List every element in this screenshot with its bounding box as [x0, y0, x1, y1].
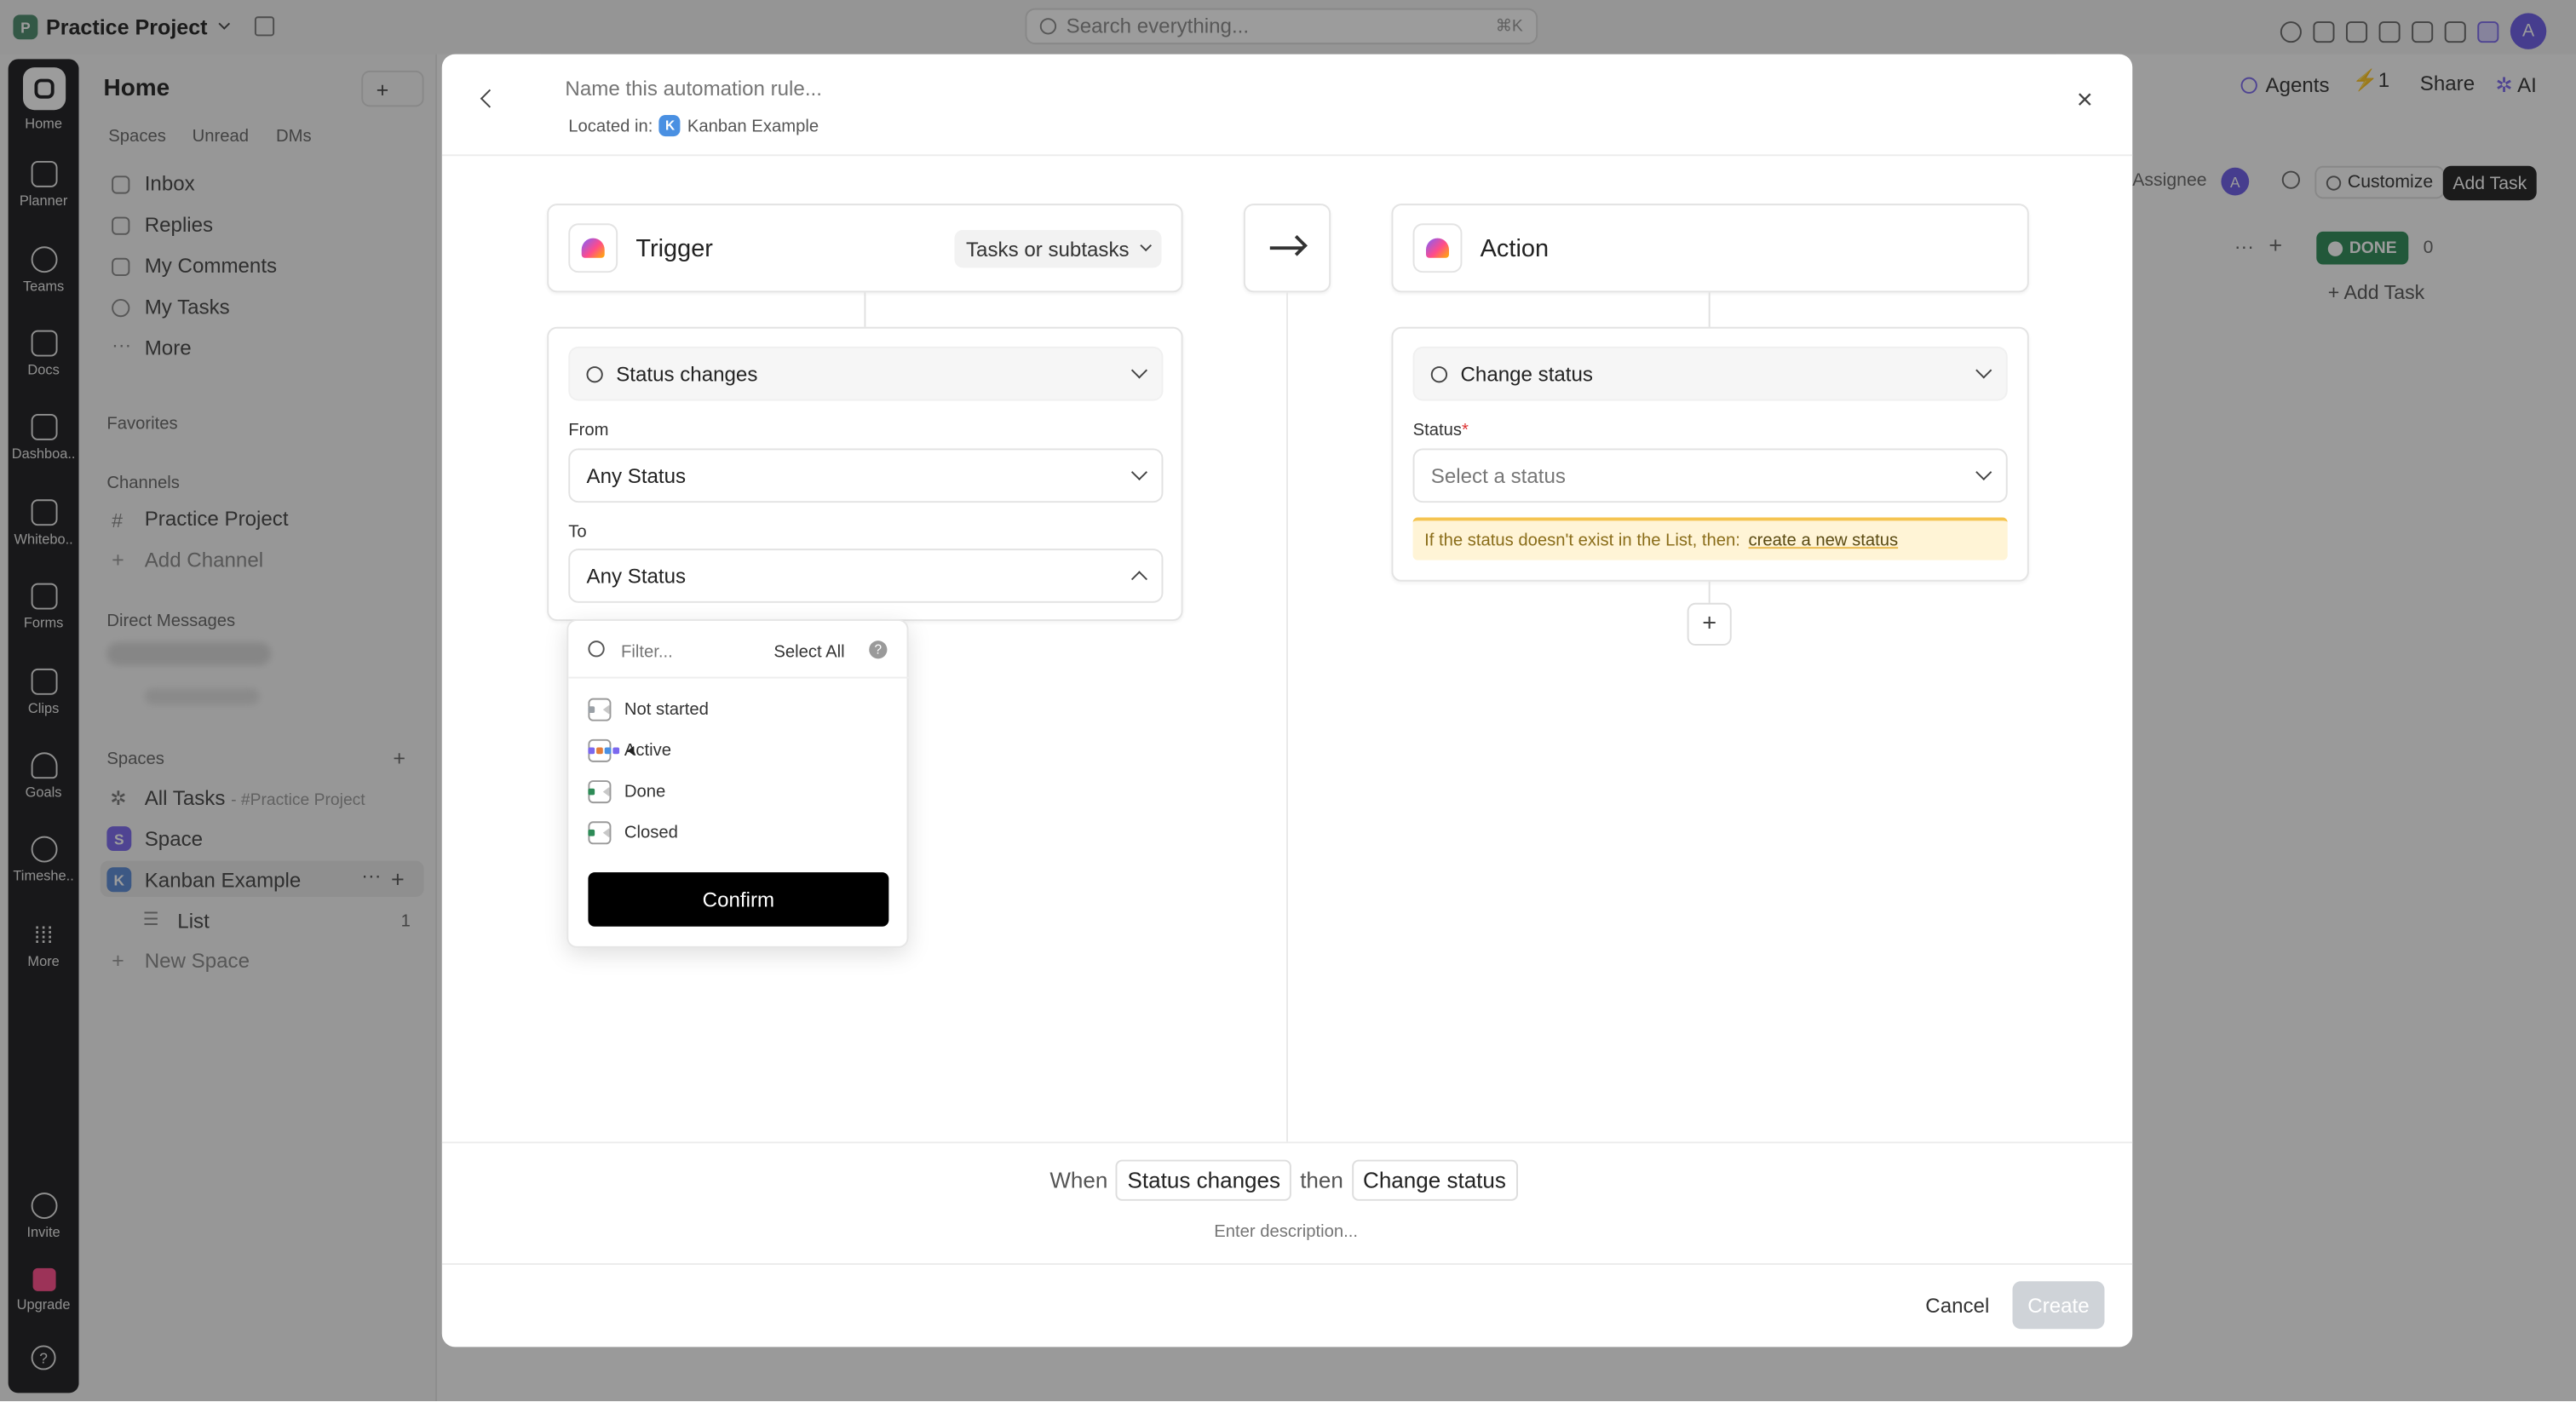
status-filter-input[interactable] — [620, 641, 756, 664]
chevron-down-icon — [1141, 239, 1153, 252]
help-icon[interactable]: ? — [869, 641, 888, 659]
status-option-label: Closed — [624, 823, 678, 843]
to-status-value: Any Status — [586, 564, 687, 588]
clickup-logo-icon — [1412, 223, 1463, 273]
search-icon — [588, 641, 605, 658]
to-status-select[interactable]: Any Status — [568, 549, 1164, 603]
from-status-value: Any Status — [586, 463, 687, 487]
action-event-select[interactable]: Change status — [1412, 346, 2008, 401]
center-divider — [1286, 292, 1288, 1142]
status-color-dots-icon — [588, 786, 610, 797]
action-status-select[interactable]: Select a status — [1412, 448, 2008, 503]
summary-action-chip[interactable]: Change status — [1351, 1159, 1518, 1201]
chevron-down-icon — [1975, 463, 1992, 481]
summary-divider — [441, 1141, 2133, 1144]
status-notice: If the status doesn't exist in the List,… — [1412, 517, 2008, 560]
chevron-down-icon — [1130, 362, 1148, 379]
chevron-up-icon — [1130, 571, 1148, 588]
connector-line — [1708, 292, 1711, 327]
status-dropdown: Select All ? Not started Active Done Closed… — [566, 619, 911, 948]
rule-summary: When Status changes then Change status — [1049, 1159, 1518, 1201]
status-color-dots-icon — [588, 745, 635, 756]
rule-name-input[interactable] — [565, 75, 1222, 102]
cancel-button[interactable]: Cancel — [1925, 1295, 1989, 1318]
notice-text: If the status doesn't exist in the List,… — [1424, 530, 1740, 551]
location-badge: K — [659, 114, 681, 137]
status-option-label: Done — [624, 781, 666, 802]
dropdown-divider — [568, 676, 911, 679]
connector-line — [1708, 581, 1711, 603]
action-title: Action — [1480, 234, 1550, 263]
clickup-logo-icon — [568, 223, 618, 273]
create-button[interactable]: Create — [2012, 1281, 2105, 1330]
location-name[interactable]: Kanban Example — [687, 116, 819, 135]
location-line: Located in: K Kanban Example — [568, 114, 819, 137]
status-label: Status* — [1413, 421, 1469, 440]
to-label: To — [568, 522, 587, 543]
trigger-scope-label: Tasks or subtasks — [965, 237, 1130, 261]
summary-trigger-chip[interactable]: Status changes — [1116, 1159, 1292, 1201]
action-header-card: Action — [1391, 204, 2029, 293]
chevron-down-icon — [1130, 463, 1148, 481]
action-status-placeholder: Select a status — [1430, 463, 1566, 487]
from-status-select[interactable]: Any Status — [568, 448, 1164, 503]
required-mark: * — [1462, 420, 1469, 440]
status-color-dots-icon — [588, 827, 610, 838]
trigger-scope-select[interactable]: Tasks or subtasks — [954, 229, 1163, 268]
close-icon[interactable]: × — [2077, 85, 2093, 113]
header-divider — [441, 154, 2133, 157]
status-circle-icon — [586, 365, 603, 382]
summary-then: then — [1300, 1168, 1343, 1193]
connector-line — [864, 292, 866, 327]
back-chevron-icon[interactable] — [480, 89, 499, 108]
status-option[interactable]: Done — [588, 779, 892, 805]
status-option[interactable]: Not started — [588, 697, 892, 723]
automation-modal: Located in: K Kanban Example × Trigger T… — [441, 54, 2133, 1347]
trigger-event-select[interactable]: Status changes — [568, 346, 1164, 401]
select-all-button[interactable]: Select All — [773, 642, 844, 662]
action-config-card: Change status Status* Select a status If… — [1391, 326, 2029, 582]
trigger-title: Trigger — [635, 234, 713, 263]
trigger-config-card: Status changes From Any Status To Any St… — [547, 326, 1183, 621]
located-in-label: Located in: — [568, 115, 653, 136]
from-label: From — [568, 420, 609, 440]
trigger-header-card: Trigger Tasks or subtasks — [547, 204, 1183, 293]
description-input[interactable] — [1214, 1220, 1543, 1244]
summary-when: When — [1049, 1168, 1108, 1193]
confirm-button[interactable]: Confirm — [588, 872, 889, 927]
create-status-link[interactable]: create a new status — [1749, 531, 1899, 550]
add-action-plus-icon[interactable]: + — [1687, 602, 1732, 646]
status-option[interactable]: Active — [588, 738, 892, 764]
status-option-label: Not started — [624, 699, 709, 720]
arrow-card — [1243, 204, 1331, 293]
chevron-down-icon — [1975, 362, 1992, 379]
trigger-event-label: Status changes — [616, 362, 758, 386]
footer-divider — [441, 1263, 2133, 1265]
status-option[interactable]: Closed — [588, 819, 892, 846]
action-event-label: Change status — [1460, 362, 1593, 386]
status-color-dots-icon — [588, 704, 610, 715]
arrow-head — [1286, 235, 1308, 256]
status-label-text: Status — [1412, 420, 1463, 440]
status-circle-icon — [1430, 365, 1448, 382]
